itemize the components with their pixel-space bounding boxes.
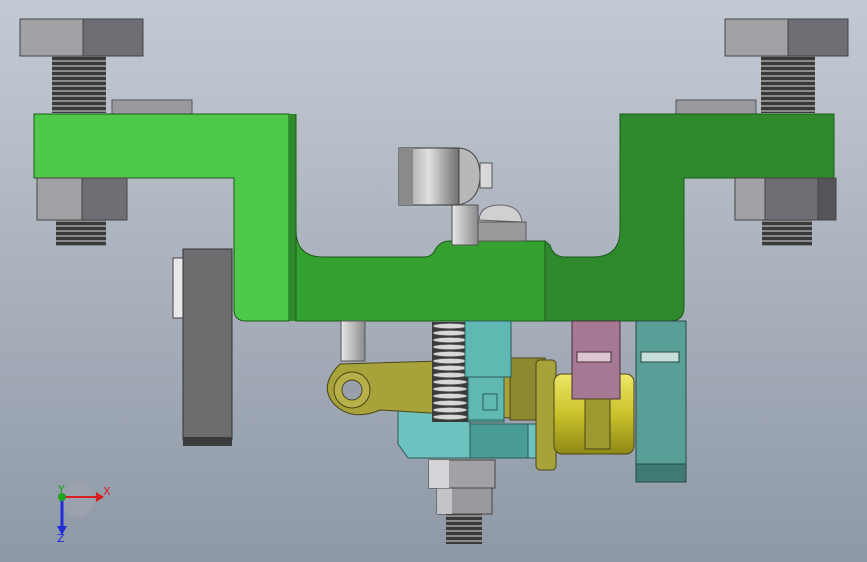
assembly-model[interactable]: [0, 0, 867, 562]
spring-coil: [432, 379, 468, 385]
spring-coil: [432, 365, 468, 371]
shim-right[interactable]: [675, 99, 757, 115]
nut-lower-left[interactable]: [36, 177, 128, 221]
compression-spring[interactable]: [432, 322, 468, 422]
spring-coil: [432, 351, 468, 357]
nut-lower-right[interactable]: [734, 177, 837, 221]
teal-stop-block[interactable]: [635, 320, 687, 483]
axis-x-label: X: [103, 485, 111, 498]
axis-y-label: Y: [58, 483, 65, 496]
spring-coil: [432, 414, 468, 420]
spring-coil: [432, 323, 468, 329]
shim-left[interactable]: [111, 99, 193, 115]
cad-3d-viewport[interactable]: X Y Z: [0, 0, 867, 562]
spring-coil: [432, 386, 468, 392]
axis-z-label: Z: [57, 532, 65, 545]
spring-coil: [432, 372, 468, 378]
spring-coil: [432, 400, 468, 406]
guide-pin[interactable]: [340, 320, 366, 362]
spring-coil: [432, 393, 468, 399]
teal-shaft[interactable]: [464, 320, 512, 423]
spring-coil: [432, 344, 468, 350]
spring-coil: [432, 337, 468, 343]
spring-coil: [432, 407, 468, 413]
spring-coil: [432, 358, 468, 364]
spring-coil: [432, 330, 468, 336]
